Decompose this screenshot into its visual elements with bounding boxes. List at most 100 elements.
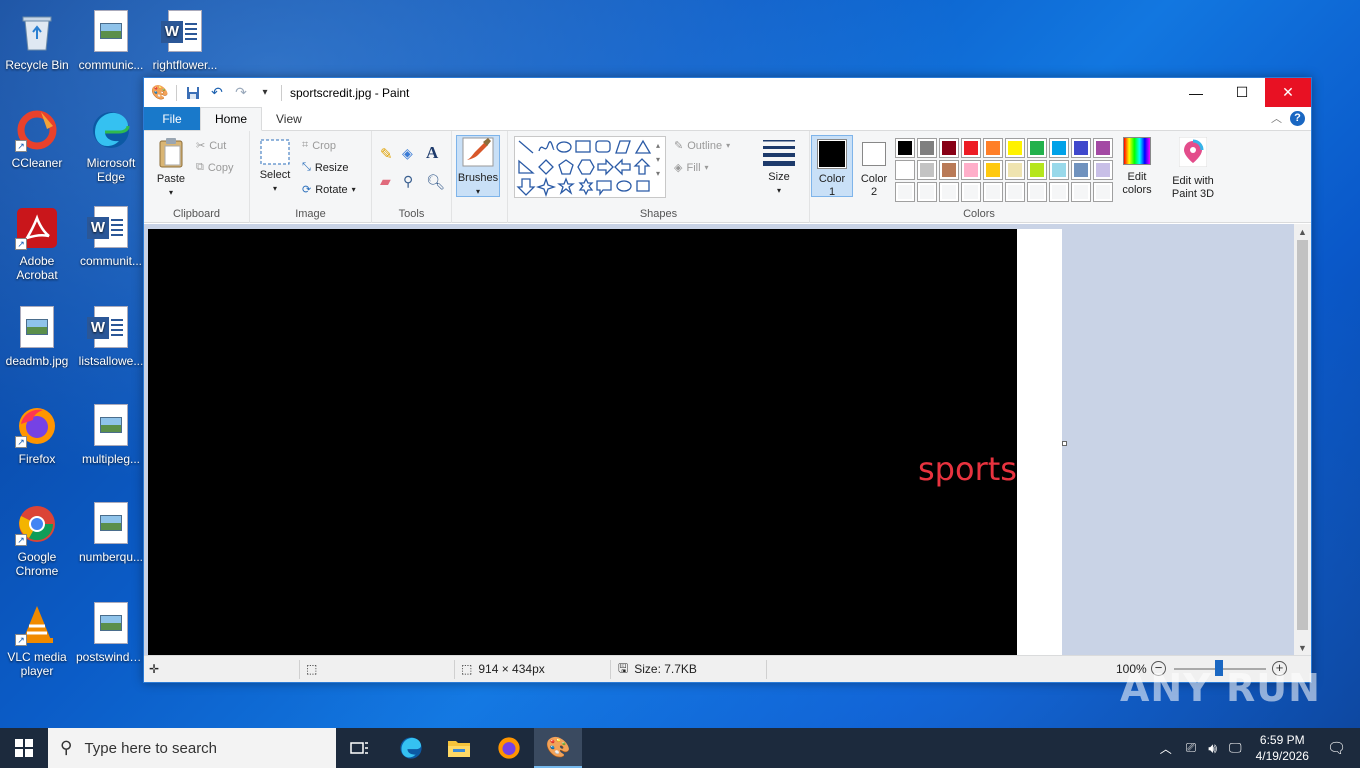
palette-swatch[interactable] xyxy=(1071,138,1091,158)
palette-custom-slot[interactable] xyxy=(961,182,981,202)
desktop-icon-google-chrome[interactable]: ↗ Google Chrome xyxy=(0,496,74,578)
desktop-icon-microsoft-edge[interactable]: Microsoft Edge xyxy=(74,102,148,184)
save-icon[interactable] xyxy=(183,83,203,103)
task-view-button[interactable] xyxy=(336,728,384,768)
help-icon[interactable]: ? xyxy=(1290,110,1305,126)
canvas-image[interactable] xyxy=(148,229,1017,656)
undo-icon[interactable]: ↶ xyxy=(207,83,227,103)
clock[interactable]: 6:59 PM 4/19/2026 xyxy=(1256,732,1309,764)
scroll-down-icon[interactable]: ▼ xyxy=(1294,640,1311,656)
minimize-ribbon-chevron-up-icon[interactable]: ︿ xyxy=(1271,110,1282,126)
desktop-icon-firefox[interactable]: ↗ Firefox xyxy=(0,398,74,466)
desktop-icon-postswindo[interactable]: postswindo... xyxy=(74,596,148,664)
palette-swatch[interactable] xyxy=(895,138,915,158)
crop-button[interactable]: ⌗ Crop xyxy=(302,139,336,152)
palette-swatch[interactable] xyxy=(1005,138,1025,158)
resize-button[interactable]: ⤡ Resize xyxy=(302,161,348,174)
fill-shape-button[interactable]: ◈ Fill ▾ xyxy=(674,161,709,175)
taskbar-paint[interactable]: 🎨 xyxy=(534,728,582,768)
magnifier-button[interactable]: 🔍︎ xyxy=(426,173,445,191)
desktop-icon-communic[interactable]: communic... xyxy=(74,4,148,72)
outline-button[interactable]: ✎ Outline ▾ xyxy=(674,139,730,153)
palette-swatch[interactable] xyxy=(1005,160,1025,180)
edit-with-paint3d-button[interactable]: Edit with Paint 3D xyxy=(1165,136,1221,201)
canvas-resize-handle[interactable] xyxy=(1062,441,1067,446)
palette-custom-slot[interactable] xyxy=(895,182,915,202)
paste-button[interactable]: Paste ▾ xyxy=(152,137,190,199)
desktop-icon-communit[interactable]: W communit... xyxy=(74,200,148,268)
vertical-scrollbar[interactable]: ▲ ▼ xyxy=(1294,224,1311,656)
palette-custom-slot[interactable] xyxy=(1071,182,1091,202)
scroll-up-icon[interactable]: ▲ xyxy=(1294,224,1311,240)
paint-app-icon[interactable]: 🎨 xyxy=(150,83,170,103)
palette-swatch[interactable] xyxy=(1049,160,1069,180)
desktop-icon-deadmb-jpg[interactable]: deadmb.jpg xyxy=(0,300,74,368)
volume-icon[interactable]: 🔊︎ xyxy=(1208,740,1217,757)
palette-custom-slot[interactable] xyxy=(1093,182,1113,202)
scroll-thumb[interactable] xyxy=(1297,240,1308,630)
palette-custom-slot[interactable] xyxy=(983,182,1003,202)
palette-swatch[interactable] xyxy=(1027,138,1047,158)
palette-swatch[interactable] xyxy=(1049,138,1069,158)
palette-swatch[interactable] xyxy=(1093,138,1113,158)
taskbar-file-explorer[interactable] xyxy=(435,728,483,768)
palette-custom-slot[interactable] xyxy=(917,182,937,202)
customize-qat-chevron-down-icon[interactable]: ▾ xyxy=(255,83,275,103)
fill-button[interactable]: ◈ xyxy=(402,145,413,162)
palette-custom-slot[interactable] xyxy=(1005,182,1025,202)
close-button[interactable]: ✕ xyxy=(1265,78,1311,107)
palette-swatch[interactable] xyxy=(1071,160,1091,180)
palette-swatch[interactable] xyxy=(961,160,981,180)
taskbar-search-box[interactable]: ⚲ Type here to search xyxy=(48,728,336,768)
text-button[interactable]: A xyxy=(426,143,438,163)
desktop-icon-vlc[interactable]: ↗ VLC media player xyxy=(0,596,74,678)
tab-view[interactable]: View xyxy=(262,107,316,130)
rotate-button[interactable]: ⟳ Rotate ▾ xyxy=(302,183,356,197)
shapes-scroll[interactable]: ▴ ▾ ▾ xyxy=(656,139,660,181)
notifications-icon[interactable]: 🗨 xyxy=(1327,739,1346,757)
color-picker-button[interactable]: ⚲ xyxy=(403,173,413,190)
palette-swatch[interactable] xyxy=(1093,160,1113,180)
meet-now-icon[interactable]: ⎚ xyxy=(1186,740,1196,756)
palette-swatch[interactable] xyxy=(917,160,937,180)
palette-swatch[interactable] xyxy=(895,160,915,180)
tab-home[interactable]: Home xyxy=(200,107,263,131)
pencil-button[interactable]: ✎ xyxy=(380,145,393,163)
palette-swatch[interactable] xyxy=(917,138,937,158)
desktop-icon-numberqu[interactable]: numberqu... xyxy=(74,496,148,564)
desktop-icon-multipleg[interactable]: multipleg... xyxy=(74,398,148,466)
redo-icon[interactable]: ↷ xyxy=(231,83,251,103)
palette-swatch[interactable] xyxy=(983,138,1003,158)
desktop-icon-ccleaner[interactable]: ↗ CCleaner xyxy=(0,102,74,170)
palette-swatch[interactable] xyxy=(939,160,959,180)
palette-custom-slot[interactable] xyxy=(939,182,959,202)
minimize-button[interactable]: — xyxy=(1173,78,1219,107)
desktop-icon-listsallowe[interactable]: W listsallowe... xyxy=(74,300,148,368)
palette-swatch[interactable] xyxy=(961,138,981,158)
taskbar-edge[interactable] xyxy=(387,728,435,768)
canvas-workspace[interactable]: sports xyxy=(144,224,1295,656)
palette-custom-slot[interactable] xyxy=(1027,182,1047,202)
maximize-button[interactable]: ☐ xyxy=(1219,78,1265,107)
palette-swatch[interactable] xyxy=(939,138,959,158)
show-hidden-icons-chevron-up-icon[interactable]: ︿ xyxy=(1160,740,1172,757)
desktop-icon-recycle-bin[interactable]: Recycle Bin xyxy=(0,4,74,72)
palette-custom-slot[interactable] xyxy=(1049,182,1069,202)
desktop-icon-adobe-acrobat[interactable]: ↗ Adobe Acrobat xyxy=(0,200,74,282)
color1-button[interactable]: Color 1 xyxy=(811,135,853,198)
select-button[interactable]: Select ▾ xyxy=(258,139,292,195)
eraser-button[interactable]: ▰ xyxy=(380,173,391,190)
cut-button[interactable]: ✂ Cut xyxy=(196,139,226,153)
color2-button[interactable]: Color 2 xyxy=(857,135,891,198)
shapes-gallery[interactable] xyxy=(514,136,666,198)
desktop-icon-rightflower[interactable]: W rightflower... xyxy=(148,4,222,72)
brushes-button[interactable]: Brushes ▾ xyxy=(456,135,500,197)
tab-file[interactable]: File xyxy=(144,107,200,130)
copy-button[interactable]: ⧉ Copy xyxy=(196,161,234,174)
palette-swatch[interactable] xyxy=(1027,160,1047,180)
palette-swatch[interactable] xyxy=(983,160,1003,180)
start-button[interactable] xyxy=(0,728,48,768)
edit-colors-button[interactable]: Edit colors xyxy=(1119,137,1155,197)
taskbar-firefox[interactable] xyxy=(485,728,533,768)
network-icon[interactable]: 🖵 xyxy=(1229,740,1242,756)
